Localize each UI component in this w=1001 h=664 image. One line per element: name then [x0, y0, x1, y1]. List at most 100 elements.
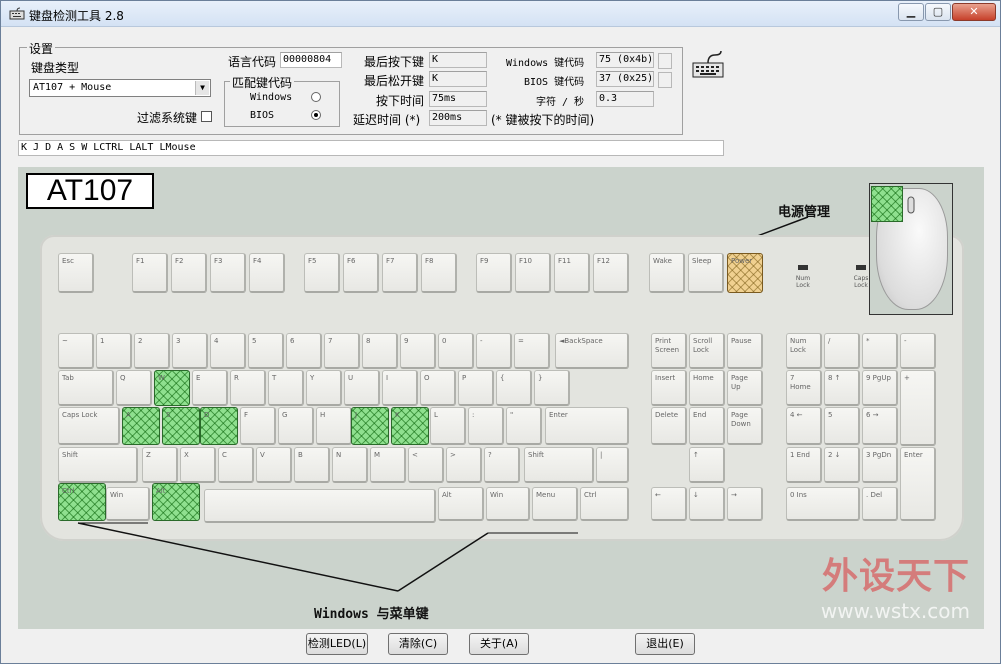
key-n6[interactable]: 6 [286, 333, 322, 369]
key-up[interactable]: ↑ [689, 447, 725, 483]
key-f11[interactable]: F11 [554, 253, 590, 293]
key-m[interactable]: M [370, 447, 406, 483]
key-backslash[interactable]: | [596, 447, 629, 483]
key-kp7[interactable]: 7 Home [786, 370, 822, 406]
match-bios-radio[interactable] [311, 110, 321, 120]
key-kp4[interactable]: 4 ← [786, 407, 822, 445]
key-q[interactable]: Q [116, 370, 152, 406]
key-n0[interactable]: 0 [438, 333, 474, 369]
key-kp6[interactable]: 6 → [862, 407, 898, 445]
key-kpsub[interactable]: - [900, 333, 936, 369]
key-lbracket[interactable]: { [496, 370, 532, 406]
key-esc[interactable]: Esc [58, 253, 94, 293]
key-comma[interactable]: < [408, 447, 444, 483]
key-insert[interactable]: Insert [651, 370, 687, 406]
key-pgdn[interactable]: Page Down [727, 407, 763, 445]
key-kpdiv[interactable]: / [824, 333, 860, 369]
key-f2[interactable]: F2 [171, 253, 207, 293]
key-u[interactable]: U [344, 370, 380, 406]
about-button[interactable]: 关于(A) [469, 633, 529, 655]
key-n3[interactable]: 3 [172, 333, 208, 369]
key-d[interactable]: D [200, 407, 238, 445]
key-c[interactable]: C [218, 447, 254, 483]
key-f3[interactable]: F3 [210, 253, 246, 293]
mouse-left-button[interactable] [871, 186, 903, 222]
key-slash[interactable]: ? [484, 447, 520, 483]
detect-led-button[interactable]: 检测LED(L) [306, 633, 368, 655]
key-z[interactable]: Z [142, 447, 178, 483]
key-kp5[interactable]: 5 [824, 407, 860, 445]
maximize-button[interactable]: ▢ [925, 3, 951, 21]
key-f5[interactable]: F5 [304, 253, 340, 293]
key-n8[interactable]: 8 [362, 333, 398, 369]
key-f1[interactable]: F1 [132, 253, 168, 293]
key-home[interactable]: Home [689, 370, 725, 406]
key-p[interactable]: P [458, 370, 494, 406]
chevron-down-icon[interactable]: ▼ [195, 81, 209, 95]
key-o[interactable]: O [420, 370, 456, 406]
close-button[interactable]: ✕ [952, 3, 996, 21]
key-kp8[interactable]: 8 ↑ [824, 370, 860, 406]
key-pgup[interactable]: Page Up [727, 370, 763, 406]
keyboard-type-select[interactable]: AT107 + Mouse ▼ [29, 79, 211, 97]
key-numlock[interactable]: Num Lock [786, 333, 822, 369]
key-e[interactable]: E [192, 370, 228, 406]
key-n4[interactable]: 4 [210, 333, 246, 369]
key-a[interactable]: A [122, 407, 160, 445]
key-prtsc[interactable]: Print Screen [651, 333, 687, 369]
key-tab[interactable]: Tab [58, 370, 114, 406]
key-n9[interactable]: 9 [400, 333, 436, 369]
key-r[interactable]: R [230, 370, 266, 406]
key-t[interactable]: T [268, 370, 304, 406]
key-i[interactable]: I [382, 370, 418, 406]
key-kpadd[interactable]: + [900, 370, 936, 446]
key-backspace[interactable]: ◄BackSpace [555, 333, 629, 369]
key-n1[interactable]: 1 [96, 333, 132, 369]
key-b[interactable]: B [294, 447, 330, 483]
filter-system-keys-checkbox[interactable] [201, 111, 212, 122]
key-y[interactable]: Y [306, 370, 342, 406]
key-caps[interactable]: Caps Lock [58, 407, 120, 445]
key-kp9[interactable]: 9 PgUp [862, 370, 898, 406]
match-windows-radio[interactable] [311, 92, 321, 102]
key-j[interactable]: J [351, 407, 389, 445]
key-g[interactable]: G [278, 407, 314, 445]
key-semicolon[interactable]: : [468, 407, 504, 445]
exit-button[interactable]: 退出(E) [635, 633, 695, 655]
key-v[interactable]: V [256, 447, 292, 483]
key-h[interactable]: H [316, 407, 352, 445]
key-pause[interactable]: Pause [727, 333, 763, 369]
key-power[interactable]: Power [727, 253, 763, 293]
key-end[interactable]: End [689, 407, 725, 445]
key-n[interactable]: N [332, 447, 368, 483]
key-x[interactable]: X [180, 447, 216, 483]
key-kpdot[interactable]: . Del [862, 487, 898, 521]
key-n5[interactable]: 5 [248, 333, 284, 369]
key-minus[interactable]: - [476, 333, 512, 369]
key-down[interactable]: ↓ [689, 487, 725, 521]
key-lshift[interactable]: Shift [58, 447, 138, 483]
minimize-button[interactable]: ▁ [898, 3, 924, 21]
key-n7[interactable]: 7 [324, 333, 360, 369]
key-f12[interactable]: F12 [593, 253, 629, 293]
key-f8[interactable]: F8 [421, 253, 457, 293]
key-scroll[interactable]: Scroll Lock [689, 333, 725, 369]
key-enter[interactable]: Enter [545, 407, 629, 445]
key-tilde[interactable]: ~ [58, 333, 94, 369]
key-f4[interactable]: F4 [249, 253, 285, 293]
key-f9[interactable]: F9 [476, 253, 512, 293]
key-kpmul[interactable]: * [862, 333, 898, 369]
key-sleep[interactable]: Sleep [688, 253, 724, 293]
clear-button[interactable]: 清除(C) [388, 633, 448, 655]
key-kp3[interactable]: 3 PgDn [862, 447, 898, 483]
key-s[interactable]: S [162, 407, 200, 445]
key-left[interactable]: ← [651, 487, 687, 521]
key-kpenter[interactable]: Enter [900, 447, 936, 521]
key-rshift[interactable]: Shift [524, 447, 594, 483]
key-f6[interactable]: F6 [343, 253, 379, 293]
key-kp1[interactable]: 1 End [786, 447, 822, 483]
key-n2[interactable]: 2 [134, 333, 170, 369]
key-rbracket[interactable]: } [534, 370, 570, 406]
key-f10[interactable]: F10 [515, 253, 551, 293]
key-l[interactable]: L [430, 407, 466, 445]
